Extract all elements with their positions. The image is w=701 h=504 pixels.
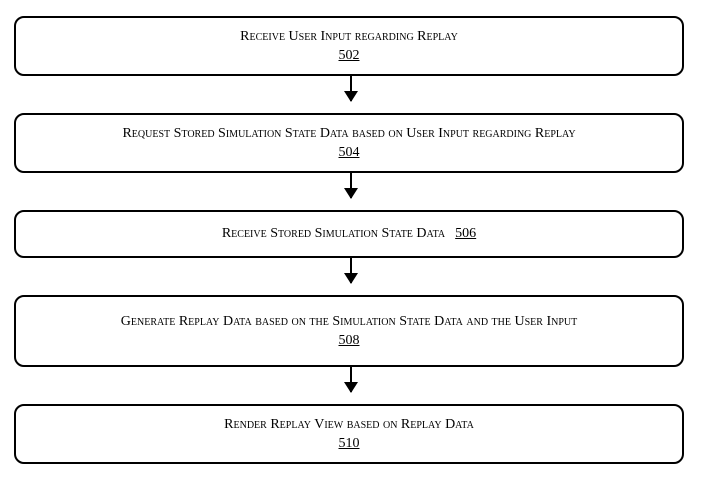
flowchart-arrow-508-510 (350, 367, 352, 392)
flowchart-step-504: Request Stored Simulation State Data bas… (14, 113, 684, 173)
flowchart-step-510: Render Replay View based on Replay Data … (14, 404, 684, 464)
step-label: Generate Replay Data based on the Simula… (121, 313, 577, 331)
flowchart-arrow-502-504 (350, 76, 352, 101)
flowchart-step-506: Receive Stored Simulation State Data 506 (14, 210, 684, 258)
step-number: 510 (339, 436, 360, 452)
flowchart-arrow-504-506 (350, 173, 352, 198)
flowchart-step-502: Receive User Input regarding Replay 502 (14, 16, 684, 76)
step-line: Receive Stored Simulation State Data 506 (222, 224, 476, 243)
step-label: Receive User Input regarding Replay (240, 28, 458, 46)
step-number: 508 (339, 333, 360, 349)
flowchart-canvas: Receive User Input regarding Replay 502 … (0, 0, 701, 504)
flowchart-step-508: Generate Replay Data based on the Simula… (14, 295, 684, 367)
step-number: 502 (339, 48, 360, 64)
step-number: 504 (339, 145, 360, 161)
flowchart-arrow-506-508 (350, 258, 352, 283)
step-label: Render Replay View based on Replay Data (224, 416, 474, 434)
step-label: Request Stored Simulation State Data bas… (122, 125, 575, 143)
step-label: Receive Stored Simulation State Data (222, 226, 445, 241)
step-number: 506 (455, 226, 476, 241)
